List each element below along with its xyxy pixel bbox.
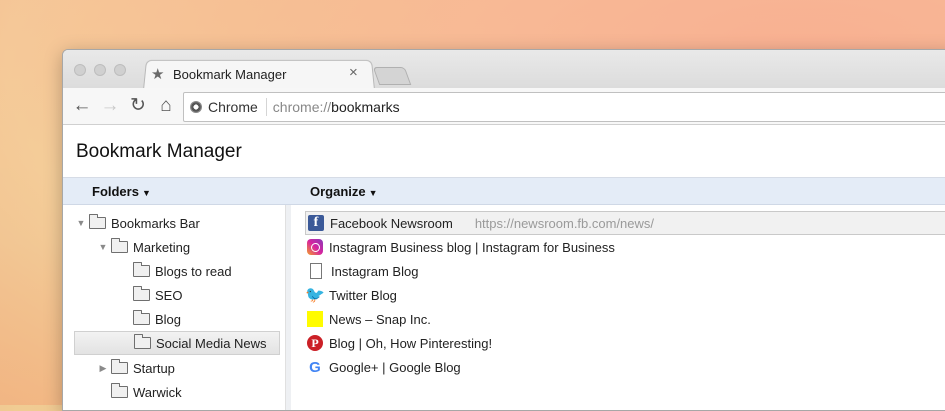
instagram-icon <box>307 239 323 255</box>
address-bar[interactable]: Chrome chrome://bookmarks <box>183 92 945 122</box>
bookmark-url: https://newsroom.fb.com/news/ <box>474 215 655 231</box>
bookmark-row-google-blog[interactable]: G Google+ | Google Blog <box>307 355 461 379</box>
tree-item-social-media-news[interactable]: Social Media News <box>74 331 280 355</box>
folder-icon <box>133 262 150 277</box>
close-window-button[interactable] <box>74 64 86 76</box>
collapsed-triangle-icon[interactable]: ▶ <box>97 363 109 374</box>
chrome-logo-icon <box>190 101 202 113</box>
bookmark-title: Instagram Business blog | Instagram for … <box>329 239 615 255</box>
folder-icon <box>111 383 128 398</box>
chrome-security-chip[interactable]: Chrome <box>184 98 267 116</box>
bookmark-title: Blog | Oh, How Pinteresting! <box>329 335 493 351</box>
url-text[interactable]: chrome://bookmarks <box>267 99 400 115</box>
chevron-down-icon: ▼ <box>368 188 378 198</box>
browser-window: ★ Bookmark Manager × ← → ↻ ⌂ Chrome chro… <box>62 49 945 411</box>
organize-menu[interactable]: Organize ▼ <box>310 184 378 199</box>
tree-item-label: Startup <box>133 360 175 376</box>
tab-title: Bookmark Manager <box>173 66 287 82</box>
close-tab-icon[interactable]: × <box>349 64 358 81</box>
new-tab-button[interactable] <box>372 67 412 85</box>
forward-arrow-icon[interactable]: → <box>99 95 121 117</box>
folder-icon <box>111 359 128 374</box>
browser-toolbar: ← → ↻ ⌂ Chrome chrome://bookmarks <box>63 88 945 125</box>
tree-item-label: Marketing <box>133 239 191 255</box>
home-icon[interactable]: ⌂ <box>155 95 177 117</box>
bookmark-row-twitter-blog[interactable]: 🐦 Twitter Blog <box>305 283 397 307</box>
expanded-triangle-icon[interactable]: ▼ <box>97 242 109 252</box>
document-icon <box>310 263 322 279</box>
tree-item-bookmarks-bar[interactable]: ▼ Bookmarks Bar <box>75 211 200 235</box>
reload-icon[interactable]: ↻ <box>127 95 149 117</box>
google-icon: G <box>309 358 321 376</box>
tree-item-blog[interactable]: Blog <box>119 307 181 331</box>
bookmark-title: Google+ | Google Blog <box>329 359 461 375</box>
tree-item-startup[interactable]: ▶ Startup <box>97 356 175 380</box>
tree-item-label: Warwick <box>133 384 182 400</box>
url-scheme: chrome:// <box>272 99 332 115</box>
bookmark-row-snap-news[interactable]: News – Snap Inc. <box>307 307 431 331</box>
bookmark-title: Facebook Newsroom <box>330 215 453 231</box>
star-icon: ★ <box>151 66 165 83</box>
folder-icon <box>133 310 150 325</box>
url-host: bookmarks <box>331 99 400 115</box>
bookmark-title: News – Snap Inc. <box>329 311 431 327</box>
folder-icon <box>89 214 106 229</box>
tree-item-label: Bookmarks Bar <box>111 215 200 231</box>
tree-item-blogs-to-read[interactable]: Blogs to read <box>119 259 232 283</box>
menu-bar: Folders ▼ Organize ▼ <box>63 178 945 205</box>
snapchat-icon <box>307 311 323 327</box>
page-title: Bookmark Manager <box>76 141 242 162</box>
facebook-icon: f <box>308 215 324 231</box>
organize-menu-label: Organize <box>310 184 366 199</box>
app-header: Bookmark Manager <box>63 125 945 178</box>
folder-icon <box>134 334 151 349</box>
bookmark-title: Twitter Blog <box>329 287 397 303</box>
tree-item-marketing[interactable]: ▼ Marketing <box>97 235 190 259</box>
folder-icon <box>133 286 150 301</box>
expanded-triangle-icon[interactable]: ▼ <box>75 218 87 228</box>
back-arrow-icon[interactable]: ← <box>71 95 93 117</box>
bookmark-row-instagram-blog[interactable]: Instagram Blog <box>307 259 418 283</box>
bookmark-row-pinterest-blog[interactable]: P Blog | Oh, How Pinteresting! <box>307 331 492 355</box>
folders-menu-label: Folders <box>92 184 139 199</box>
tree-item-label: Blogs to read <box>155 263 232 279</box>
pinterest-icon: P <box>307 335 323 351</box>
twitter-icon: 🐦 <box>305 287 325 304</box>
chevron-down-icon: ▼ <box>141 188 151 198</box>
tree-item-label: SEO <box>155 287 183 303</box>
tree-item-label: Blog <box>155 311 182 327</box>
tab-strip: ★ Bookmark Manager × <box>63 50 945 90</box>
tree-item-label: Social Media News <box>156 335 267 351</box>
tree-item-seo[interactable]: SEO <box>119 283 182 307</box>
folders-menu[interactable]: Folders ▼ <box>92 184 151 199</box>
folder-tree: ▼ Bookmarks Bar ▼ Marketing Blogs to rea… <box>63 205 285 410</box>
chip-label: Chrome <box>208 99 258 115</box>
bookmark-title: Instagram Blog <box>331 263 419 279</box>
folder-icon <box>111 238 128 253</box>
bookmark-row-instagram-business[interactable]: Instagram Business blog | Instagram for … <box>307 235 615 259</box>
bookmark-list: f Facebook Newsroom https://newsroom.fb.… <box>291 205 945 410</box>
bookmark-row-facebook-newsroom[interactable]: f Facebook Newsroom https://newsroom.fb.… <box>305 211 945 235</box>
tab-bookmark-manager-content[interactable]: ★ Bookmark Manager <box>151 64 371 84</box>
zoom-window-button[interactable] <box>114 64 126 76</box>
minimize-window-button[interactable] <box>94 64 106 76</box>
tree-item-warwick[interactable]: Warwick <box>97 380 182 404</box>
